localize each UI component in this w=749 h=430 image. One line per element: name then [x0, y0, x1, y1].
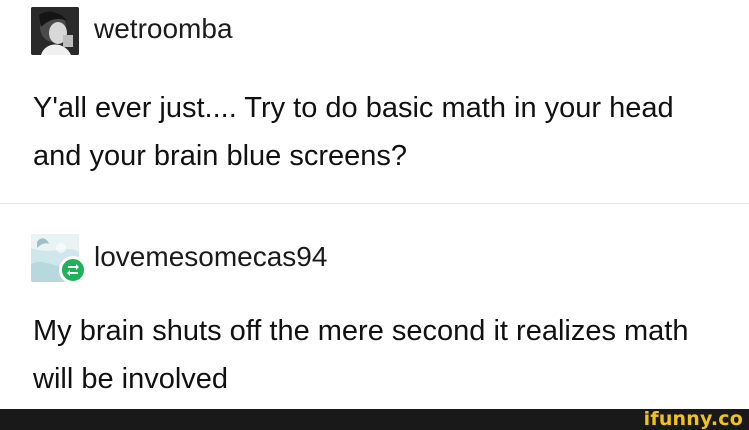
ifunny-watermark: ifunny.co — [643, 408, 743, 430]
post-wetroomba: wetroomba Y'all ever just.... Try to do … — [0, 0, 749, 203]
post-text: Y'all ever just.... Try to do basic math… — [33, 92, 674, 172]
username[interactable]: wetroomba — [94, 14, 233, 44]
post-lovemesomecas94: lovemesomecas94 My brain shuts off the m… — [0, 204, 749, 409]
username[interactable]: lovemesomecas94 — [94, 242, 327, 272]
post-text: My brain shuts off the mere second it re… — [33, 315, 689, 395]
footer-bar: ifunny.co — [0, 409, 749, 430]
user-avatar[interactable] — [31, 7, 79, 55]
reblog-icon — [59, 256, 87, 284]
